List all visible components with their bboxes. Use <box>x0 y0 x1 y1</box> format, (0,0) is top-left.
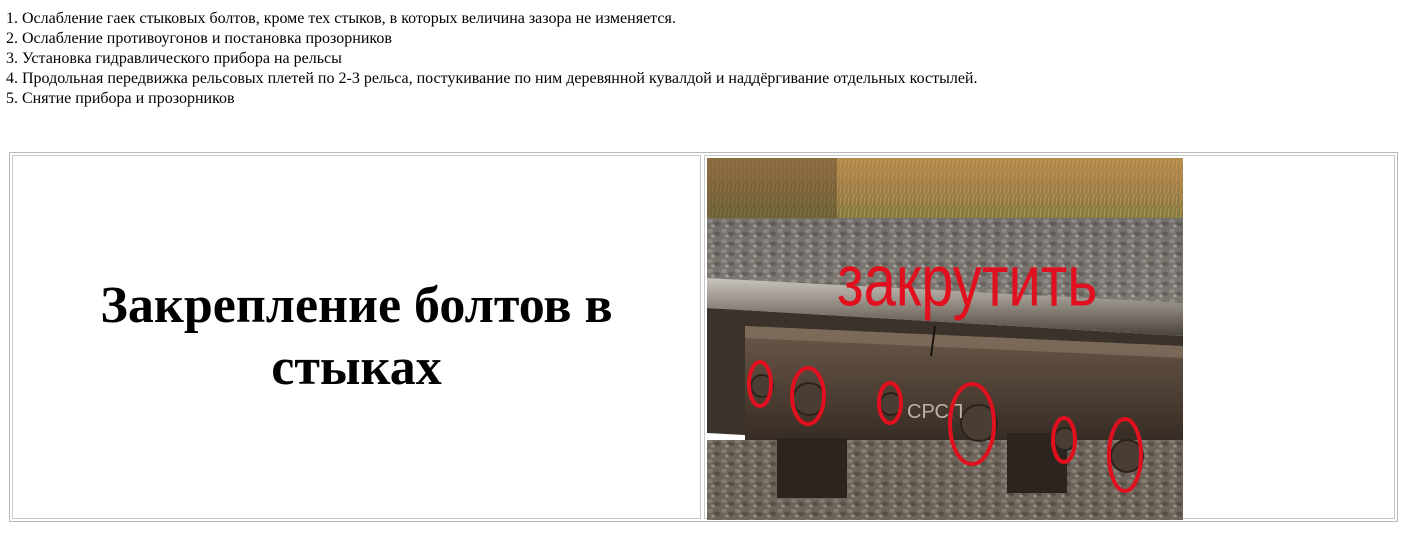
step-item-2: 2. Ослабление противоугонов и постановка… <box>6 30 392 47</box>
title-cell: Закрепление болтов в стыках <box>12 155 701 519</box>
photo-overlay-text: закрутить <box>837 240 1098 321</box>
rail-joint-photo: СРСП закрутить <box>707 158 1183 520</box>
steps-list: 1. Ослабление гаек стыковых болтов, кром… <box>6 9 977 109</box>
step-item-3: 3. Установка гидравлического прибора на … <box>6 50 342 67</box>
content-table: Закрепление болтов в стыках СРСП закрути… <box>9 152 1398 522</box>
image-cell: СРСП закрутить <box>704 155 1395 520</box>
section-title: Закрепление болтов в стыках <box>100 277 613 396</box>
plate-marking: СРСП <box>907 401 963 423</box>
step-item-4: 4. Продольная передвижка рельсовых плете… <box>6 70 978 87</box>
step-item-1: 1. Ослабление гаек стыковых болтов, кром… <box>6 10 676 27</box>
step-item-5: 5. Снятие прибора и прозорников <box>6 90 235 107</box>
